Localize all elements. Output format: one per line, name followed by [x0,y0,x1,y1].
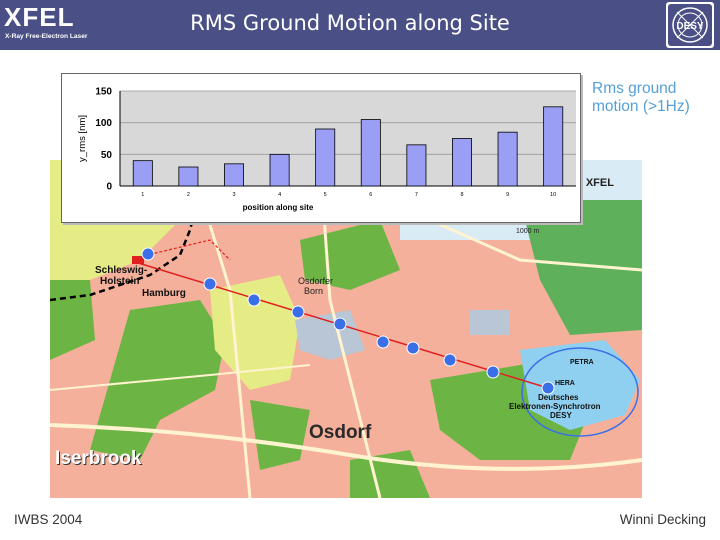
y-tick-label: 100 [95,118,112,129]
measurement-point-7 [406,341,420,355]
footer-author: Winni Decking [619,512,706,527]
measurement-point-9 [486,365,500,379]
measurement-point-2 [203,277,217,291]
bar-2 [178,166,199,187]
map-label-osdorfer-2: Born [304,286,324,296]
measurement-point-6 [376,335,390,349]
measurement-point-5 [333,317,347,331]
y-tick-label: 0 [106,182,112,193]
y-axis-label: y_rms [nm] [77,115,88,162]
xfel-logo: XFEL X-Ray Free-Electron Laser [4,2,96,41]
y-tick-label: 150 [95,87,112,98]
chart-panel: 0 50 100 150 1 2 3 4 5 6 7 8 9 10 position along site y… [61,73,581,223]
x-axis-label: position along site [243,203,314,212]
map-label-hera: HERA [555,380,575,387]
rms-legend-note: Rms ground motion (>1Hz) [592,80,690,116]
desy-logo-text: DESY [676,21,704,32]
slide-title: RMS Ground Motion along Site [190,11,510,35]
bar-9 [497,131,518,187]
bar-3 [224,163,244,187]
rms-bar-chart: 0 50 100 150 1 2 3 4 5 6 7 8 9 10 position along site y… [77,87,576,212]
desy-logo: DESY [666,2,714,48]
bar-4 [269,153,290,187]
measurement-point-4 [291,305,305,319]
map-label-hamburg: Hamburg [142,288,186,299]
map-label-desy-1: Deutsches [538,393,579,402]
measurement-point-3 [247,293,261,307]
bar-1 [132,160,153,187]
header-bar: XFEL X-Ray Free-Electron Laser RMS Groun… [0,0,720,50]
measurement-point-8 [443,353,457,367]
x-tick-label: 2 [187,192,190,198]
bar-5 [315,128,336,187]
map-building-block [470,310,510,335]
map-label-osdorfer-1: Osdorfer [298,276,334,286]
xfel-logo-subtitle: X-Ray Free-Electron Laser [5,33,88,40]
x-tick-label: 5 [324,192,327,198]
map-label-desy-3: DESY [550,411,572,420]
map-label-scale: 1000 m [516,228,540,235]
bar-7 [406,144,427,187]
bar-10 [543,106,564,187]
x-tick-label: 9 [506,192,509,198]
x-tick-label: 3 [232,192,235,198]
bar-6 [360,119,381,187]
xfel-logo-text: XFEL [4,2,75,32]
x-tick-label: 4 [278,192,281,198]
map-label-desy-2: Elektronen-Synchrotron [509,402,601,411]
map-label-petra: PETRA [570,359,594,366]
map-label-schleswig-1: Schleswig- [95,265,148,276]
rms-legend-line-2: motion (>1Hz) [592,98,690,115]
measurement-point-1 [141,247,155,261]
bar-8 [452,138,472,187]
footer-event: IWBS 2004 [14,512,83,527]
map-label-osdorf: Osdorf [309,422,372,443]
y-tick-label: 50 [101,150,113,161]
map-label-schleswig-2: Holstein [100,276,140,287]
x-tick-label: 7 [415,192,418,198]
x-tick-label: 1 [141,192,144,198]
x-tick-label: 10 [550,192,556,198]
x-tick-label: 8 [460,192,463,198]
map-xfel-marker-start [132,256,144,264]
rms-legend-line-1: Rms ground [592,80,677,97]
map-label-iserbrook: Iserbrook [55,448,142,469]
x-tick-label: 6 [369,192,372,198]
